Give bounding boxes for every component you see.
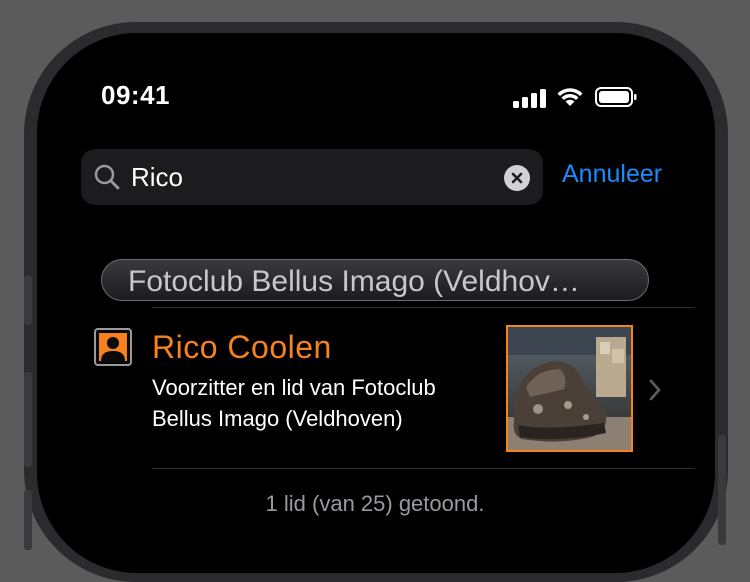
cancel-button[interactable]: Annuleer bbox=[562, 160, 662, 189]
person-icon bbox=[94, 328, 132, 366]
member-name: Rico Coolen bbox=[152, 329, 332, 365]
clear-search-icon[interactable] bbox=[504, 165, 530, 191]
search-input[interactable]: Rico bbox=[131, 162, 183, 193]
status-time: 09:41 bbox=[101, 80, 170, 110]
volume-button bbox=[24, 372, 32, 467]
results-count: 1 lid (van 25) getoond. bbox=[265, 491, 485, 516]
signal-icon bbox=[513, 88, 547, 108]
wifi-icon bbox=[557, 88, 583, 106]
member-role-line: Bellus Imago (Veldhoven) bbox=[152, 406, 403, 431]
group-title: Fotoclub Bellus Imago (Veldhov… bbox=[128, 265, 580, 298]
member-role: Voorzitter en lid van Fotoclub Bellus Im… bbox=[152, 372, 492, 434]
side-button bbox=[24, 275, 32, 325]
power-button bbox=[718, 435, 726, 545]
group-header: Fotoclub Bellus Imago (Veldhov… bbox=[101, 259, 649, 301]
member-photo bbox=[506, 325, 633, 452]
divider bbox=[152, 468, 695, 469]
search-field[interactable]: Rico bbox=[81, 149, 543, 205]
divider bbox=[152, 307, 695, 308]
search-icon bbox=[94, 164, 120, 190]
chevron-right-icon bbox=[649, 379, 661, 401]
battery-icon bbox=[595, 87, 637, 107]
member-role-line: Voorzitter en lid van Fotoclub bbox=[152, 375, 436, 400]
